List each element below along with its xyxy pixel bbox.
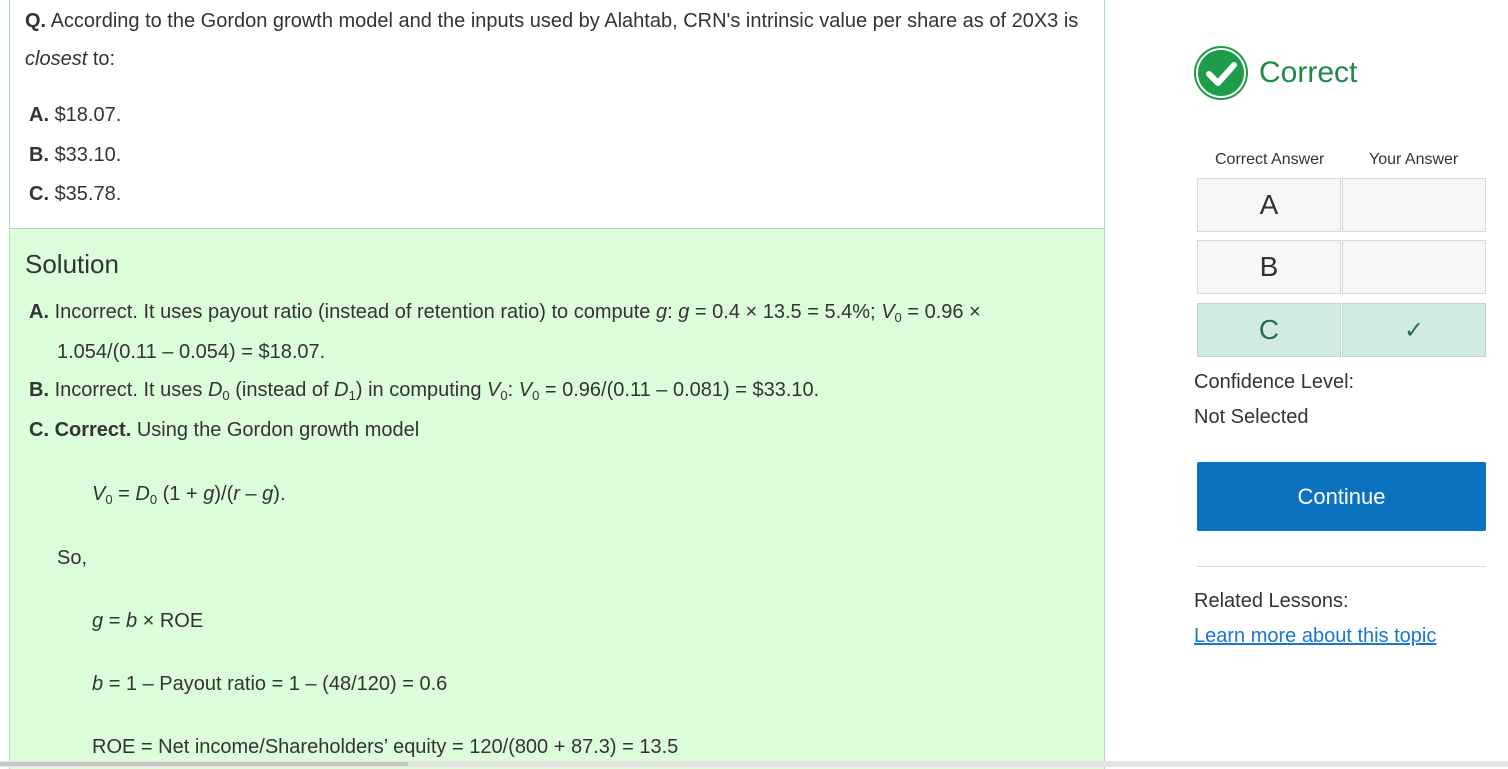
solution-a-line2: 1.054/(0.11 – 0.054) = $18.07. [57,341,326,363]
divider [1196,566,1486,567]
answer-row-b-yours [1342,240,1486,294]
formula-roe: ROE = Net income/Shareholders’ equity = … [92,736,679,758]
solution-a-line1: A. Incorrect. It uses payout ratio (inst… [29,301,981,325]
formula-b: b = 1 – Payout ratio = 1 – (48/120) = 0.… [92,673,448,695]
answer-row-a-correct: A [1197,178,1341,232]
option-c: C. $35.78. [29,183,122,205]
related-lessons-label: Related Lessons: [1194,590,1349,612]
solution-b-line: B. Incorrect. It uses D0 (instead of D1)… [29,379,820,403]
correct-answer-header: Correct Answer [1215,151,1325,168]
answer-row-c-correct: C [1197,303,1341,357]
confidence-value: Not Selected [1194,406,1309,428]
check-circle-icon [1194,46,1248,100]
question-text: Q. According to the Gordon growth model … [25,10,1079,70]
answer-row-a-yours [1342,178,1486,232]
formula-gordon: V0 = D0 (1 + g)/(r – g). [92,483,286,507]
continue-button[interactable]: Continue [1197,462,1486,531]
solution-so: So, [57,547,88,569]
question-pane: Q. According to the Gordon growth model … [9,0,1105,229]
solution-pane: Solution A. Incorrect. It uses payout ra… [9,229,1105,769]
related-lesson-link[interactable]: Learn more about this topic [1194,625,1436,648]
solution-c-line: C. Correct. Using the Gordon growth mode… [29,419,420,441]
solution-title: Solution [25,249,119,279]
answer-row-b-correct: B [1197,240,1341,294]
formula-g: g = b × ROE [92,610,204,632]
your-answer-header: Your Answer [1369,151,1459,168]
option-b: B. $33.10. [29,144,122,166]
scrollbar-thumb[interactable] [0,762,408,766]
answer-row-c-yours-checkmark-icon: ✓ [1342,303,1486,357]
option-a: A. $18.07. [29,104,122,126]
confidence-label: Confidence Level: [1194,371,1355,393]
horizontal-scrollbar[interactable] [0,761,1508,767]
result-status: Correct [1259,56,1358,89]
